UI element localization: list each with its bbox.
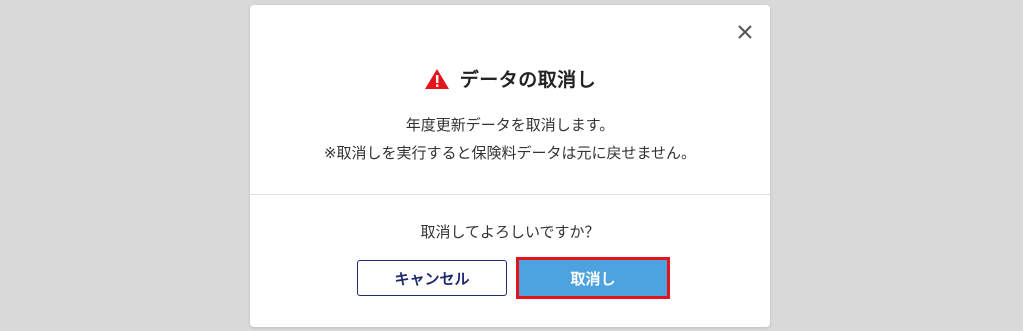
cancel-button[interactable]: キャンセル [357,260,507,296]
confirm-cancel-data-button[interactable]: 取消し [519,260,667,296]
message-line-1: 年度更新データを取消します。 [405,116,615,134]
close-button[interactable] [734,21,756,43]
close-icon[interactable] [734,21,756,43]
warning-triangle-icon [424,68,449,89]
cancel-data-dialog: データの取消し 年度更新データを取消します。 ※取消しを実行すると保険料データは… [250,5,770,327]
message-line-2: ※取消しを実行すると保険料データは元に戻せません。 [323,144,697,162]
confirm-question: 取消してよろしいですか？ [420,223,600,241]
divider [250,194,770,195]
dialog-header: データの取消し [250,65,770,92]
dialog-title: データの取消し [459,69,597,91]
